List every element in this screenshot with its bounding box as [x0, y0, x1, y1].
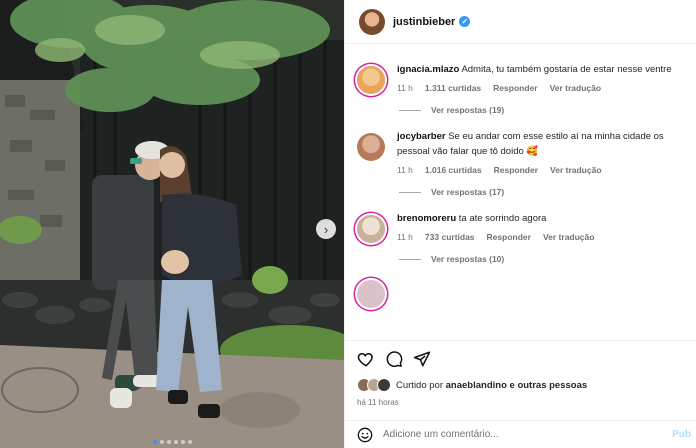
liked-by-text: Curtido por anaeblandino e outras pessoa… [396, 380, 587, 391]
carousel-dot [180, 440, 185, 444]
comment-avatar[interactable] [357, 133, 385, 161]
comment-text: ignacia.mlazo Admita, tu também gostaria… [397, 62, 683, 77]
liked-by-prefix: Curtido por [396, 379, 443, 391]
replies-divider [399, 258, 421, 260]
carousel-dot [166, 440, 171, 444]
comment-item: jocybarber Se eu andar com esse estilo a… [345, 129, 696, 197]
comment-text: jocybarber Se eu andar com esse estilo a… [397, 129, 683, 159]
reply-button[interactable]: Responder [487, 232, 531, 242]
comment-input[interactable] [383, 429, 643, 440]
carousel-dots [0, 440, 344, 444]
comment-likes[interactable]: 733 curtidas [425, 232, 475, 242]
comment-composer: Pub [345, 420, 696, 448]
couple-photo-image [0, 0, 344, 448]
carousel-dot [159, 440, 164, 444]
reply-button[interactable]: Responder [493, 83, 537, 93]
carousel-dot [173, 440, 178, 444]
post-header: justinbieber ✓ [345, 0, 696, 44]
carousel-dot [152, 440, 157, 444]
comment-time: 11 h [397, 83, 413, 93]
carousel-dot [187, 440, 192, 444]
comment-item: ignacia.mlazo Admita, tu também gostaria… [345, 62, 696, 115]
comment-likes[interactable]: 1.311 curtidas [425, 83, 481, 93]
comment-username[interactable]: jocybarber [397, 131, 446, 142]
replies-divider [399, 191, 421, 193]
comment-time: 11 h [397, 232, 413, 242]
comment-avatar[interactable] [357, 215, 385, 243]
comment-likes[interactable]: 1.016 curtidas [425, 165, 482, 175]
liker-avatar [377, 378, 391, 392]
carousel-next-button[interactable]: › [316, 219, 336, 239]
post-photo[interactable]: › [0, 0, 344, 448]
view-replies-button[interactable]: Ver respostas (19) [397, 105, 683, 115]
view-replies-label: Ver respostas (17) [431, 187, 505, 197]
translate-button[interactable]: Ver tradução [550, 83, 602, 93]
comment-meta: 11 h 733 curtidas Responder Ver tradução [397, 232, 683, 242]
author-avatar[interactable] [359, 8, 385, 35]
liked-by-others[interactable]: e outras pessoas [510, 380, 588, 391]
publish-button[interactable]: Pub [672, 429, 691, 440]
view-replies-label: Ver respostas (10) [431, 254, 505, 264]
comment-item: brenomoreru ta ate sorrindo agora 11 h 7… [345, 211, 696, 264]
comment-username[interactable]: brenomoreru [397, 213, 456, 224]
comment-avatar[interactable] [357, 280, 385, 308]
liker-avatars [357, 378, 391, 392]
comment-text: brenomoreru ta ate sorrindo agora [397, 211, 683, 226]
replies-divider [399, 109, 421, 111]
post-side-panel: justinbieber ✓ ignacia.mlazo Admita, tu … [344, 0, 696, 448]
comment-username[interactable]: ignacia.mlazo [397, 64, 459, 75]
comments-list: ignacia.mlazo Admita, tu também gostaria… [345, 56, 696, 336]
post-timestamp[interactable]: há 11 horas [357, 398, 685, 407]
comment-body: ta ate sorrindo agora [458, 213, 547, 224]
translate-button[interactable]: Ver tradução [543, 232, 595, 242]
verified-badge-icon: ✓ [459, 16, 471, 27]
share-icon[interactable] [413, 350, 431, 368]
heart-icon[interactable] [357, 350, 375, 368]
translate-button[interactable]: Ver tradução [550, 165, 602, 175]
action-icons [357, 347, 685, 371]
view-replies-button[interactable]: Ver respostas (17) [397, 187, 683, 197]
emoji-icon[interactable] [357, 427, 373, 443]
comment-time: 11 h [397, 165, 413, 175]
comment-meta: 11 h 1.016 curtidas Responder Ver traduç… [397, 165, 683, 175]
author-username[interactable]: justinbieber [393, 16, 455, 28]
comment-icon[interactable] [385, 350, 403, 368]
post-actions: Curtido por anaeblandino e outras pessoa… [345, 340, 696, 407]
comment-meta: 11 h 1.311 curtidas Responder Ver traduç… [397, 83, 683, 93]
liked-by-row: Curtido por anaeblandino e outras pessoa… [357, 377, 685, 393]
reply-button[interactable]: Responder [494, 165, 538, 175]
liked-by-user[interactable]: anaeblandino [446, 380, 507, 391]
comment-avatar[interactable] [357, 66, 385, 94]
comment-body: Admita, tu também gostaria de estar ness… [461, 64, 672, 75]
view-replies-button[interactable]: Ver respostas (10) [397, 254, 683, 264]
chevron-right-icon: › [323, 221, 329, 237]
view-replies-label: Ver respostas (19) [431, 105, 505, 115]
